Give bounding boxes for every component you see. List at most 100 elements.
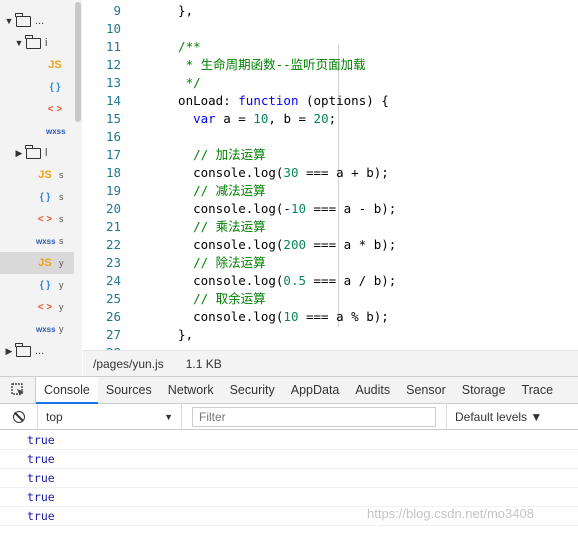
code-editor[interactable]: 9 }, 10 11 /** 12 * 生命周期函数--监听页面加载 13 */14 o… bbox=[83, 0, 578, 350]
line-number: 13 bbox=[105, 75, 121, 90]
code-token: /** bbox=[163, 39, 201, 54]
js-file-icon: JS bbox=[38, 257, 52, 269]
tree-file[interactable]: JS s bbox=[0, 164, 81, 186]
code-line: 26 console.log(10 === a % b); bbox=[83, 308, 389, 326]
tree-file[interactable]: < > bbox=[0, 98, 81, 120]
tab-audits[interactable]: Audits bbox=[347, 377, 398, 403]
file-name: s bbox=[59, 214, 64, 224]
code-token: console.log( bbox=[163, 309, 284, 324]
code-line: 21 // 乘法运算 bbox=[83, 218, 266, 236]
js-file-icon: JS bbox=[48, 59, 62, 71]
code-token: }, bbox=[163, 3, 194, 18]
folder-name: i bbox=[45, 37, 48, 49]
tree-file[interactable]: { } s bbox=[0, 186, 81, 208]
code-line: 13 */ bbox=[83, 74, 201, 92]
tab-appdata[interactable]: AppData bbox=[283, 377, 348, 403]
tree-folder[interactable]: ▼... bbox=[0, 10, 81, 32]
code-text: }, bbox=[163, 2, 193, 20]
code-text: console.log(0.5 === a / b); bbox=[163, 272, 396, 290]
code-text: // 取余运算 bbox=[163, 290, 266, 308]
code-text: * 生命周期函数--监听页面加载 bbox=[163, 56, 366, 74]
console-message: true bbox=[0, 450, 578, 469]
line-number: 25 bbox=[105, 291, 121, 306]
code-token: // 加法运算 bbox=[163, 147, 266, 162]
tree-file[interactable]: { } bbox=[0, 76, 81, 98]
tree-file[interactable]: wxss s bbox=[0, 230, 81, 252]
filter-input[interactable] bbox=[192, 406, 436, 427]
folder-icon bbox=[15, 342, 31, 357]
chevron-down-icon[interactable]: ▼ bbox=[14, 38, 24, 48]
tree-file[interactable]: wxss y bbox=[0, 318, 81, 340]
file-name: s bbox=[59, 170, 64, 180]
file-name: y bbox=[59, 280, 64, 290]
code-token: }, bbox=[163, 327, 194, 342]
code-token: 20 bbox=[313, 111, 329, 126]
code-text: // 加法运算 bbox=[163, 146, 266, 164]
json-file-icon: { } bbox=[39, 191, 51, 203]
code-text: // 乘法运算 bbox=[163, 218, 266, 236]
line-number: 9 bbox=[113, 3, 121, 18]
console-message: true bbox=[0, 431, 578, 450]
code-line: 14 onLoad: function (options) { bbox=[83, 92, 389, 110]
line-number: 17 bbox=[105, 147, 121, 162]
chevron-right-icon[interactable]: ▶ bbox=[14, 148, 24, 159]
code-token: var bbox=[193, 111, 216, 126]
line-number: 19 bbox=[105, 183, 121, 198]
context-label: top bbox=[46, 409, 63, 424]
code-token: , b = bbox=[268, 111, 314, 126]
tree-file[interactable]: wxss bbox=[0, 120, 81, 142]
wxml-file-icon: < > bbox=[47, 103, 63, 115]
code-token: // 减法运算 bbox=[163, 183, 266, 198]
code-text: console.log(30 === a + b); bbox=[163, 164, 389, 182]
file-tree: ▼... ▼ i JS{ } < > wxss ▶ l JS s{ } s < > s wxss s JS y{… bbox=[0, 0, 82, 376]
code-line: 15 var a = 10, b = 20; bbox=[83, 110, 336, 128]
code-token: === a + b); bbox=[298, 165, 389, 180]
line-number: 22 bbox=[105, 237, 121, 252]
tab-sources[interactable]: Sources bbox=[98, 377, 160, 403]
code-text: onLoad: function (options) { bbox=[163, 92, 389, 110]
tab-security[interactable]: Security bbox=[222, 377, 283, 403]
code-line: 20 console.log(-10 === a - b); bbox=[83, 200, 396, 218]
chevron-down-icon[interactable]: ▼ bbox=[4, 16, 14, 26]
code-text: /** bbox=[163, 38, 201, 56]
wxml-file-icon: < > bbox=[37, 301, 53, 313]
tab-trace[interactable]: Trace bbox=[514, 377, 562, 403]
code-token: === a - b); bbox=[306, 201, 397, 216]
tree-file[interactable]: < > s bbox=[0, 208, 81, 230]
line-number: 21 bbox=[105, 219, 121, 234]
tree-folder[interactable]: ▼ i bbox=[0, 32, 81, 54]
code-text: // 减法运算 bbox=[163, 182, 266, 200]
tree-file[interactable]: { } y bbox=[0, 274, 81, 296]
file-tree-scrollbar-thumb[interactable] bbox=[75, 2, 81, 122]
json-file-icon: { } bbox=[39, 279, 51, 291]
tab-network[interactable]: Network bbox=[160, 377, 222, 403]
tree-folder[interactable]: ▶ l bbox=[0, 142, 81, 164]
code-token: 0.5 bbox=[283, 273, 306, 288]
code-line: 18 console.log(30 === a + b); bbox=[83, 164, 389, 182]
tree-folder[interactable]: ▶... bbox=[0, 340, 81, 362]
clear-console-button[interactable] bbox=[0, 404, 38, 429]
code-token: === a % b); bbox=[298, 309, 389, 324]
code-line: 23 // 除法运算 bbox=[83, 254, 266, 272]
context-selector[interactable]: top ▼ bbox=[38, 404, 182, 429]
code-token: ; bbox=[328, 111, 337, 126]
log-levels-dropdown[interactable]: Default levels ▼ bbox=[446, 404, 542, 429]
code-token: === a * b); bbox=[306, 237, 397, 252]
wxss-file-icon: wxss bbox=[36, 324, 56, 334]
tree-file[interactable]: < > y bbox=[0, 296, 81, 318]
tab-console[interactable]: Console bbox=[36, 377, 98, 404]
folder-icon bbox=[25, 144, 41, 159]
inspect-element-icon[interactable] bbox=[0, 377, 36, 403]
code-line: 16 bbox=[83, 128, 121, 146]
wxss-file-icon: wxss bbox=[46, 126, 66, 136]
code-token: console.log( bbox=[163, 237, 284, 252]
tree-file[interactable]: JS bbox=[0, 54, 81, 76]
tree-file[interactable]: JS y bbox=[0, 252, 81, 274]
code-line: 10 bbox=[83, 20, 121, 38]
tab-storage[interactable]: Storage bbox=[454, 377, 514, 403]
code-token: function bbox=[238, 93, 299, 108]
tab-sensor[interactable]: Sensor bbox=[398, 377, 454, 403]
code-token: // 取余运算 bbox=[163, 291, 266, 306]
chevron-right-icon[interactable]: ▶ bbox=[4, 346, 14, 357]
